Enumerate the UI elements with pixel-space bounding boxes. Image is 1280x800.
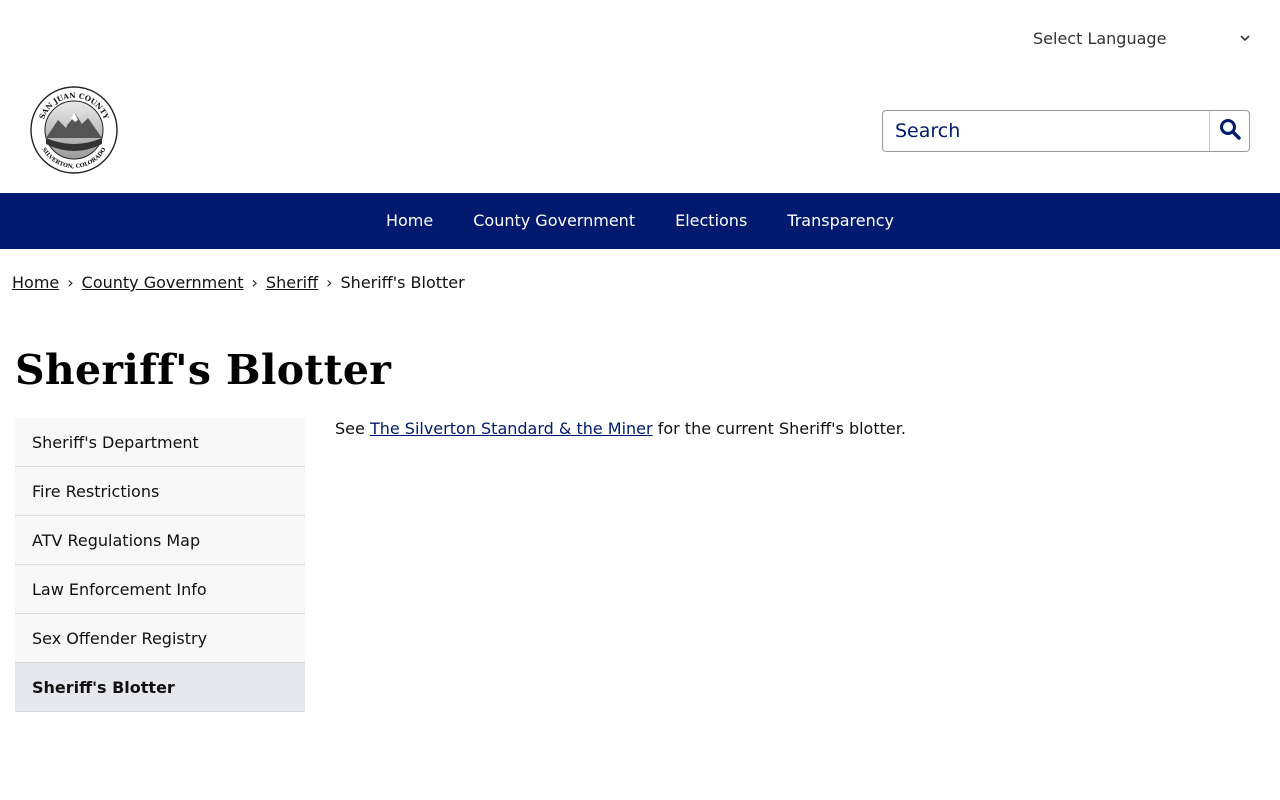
breadcrumb-home[interactable]: Home	[12, 273, 59, 292]
breadcrumb-separator: ›	[251, 273, 258, 292]
search-button[interactable]	[1209, 111, 1249, 151]
sidebar-item-sheriffs-blotter[interactable]: Sheriff's Blotter	[15, 663, 305, 712]
sidebar-item-atv-regulations-map[interactable]: ATV Regulations Map	[15, 516, 305, 565]
sidebar-item-fire-restrictions[interactable]: Fire Restrictions	[15, 467, 305, 516]
breadcrumb-separator: ›	[67, 273, 74, 292]
search-box	[882, 110, 1250, 152]
sidebar-item-sheriffs-department[interactable]: Sheriff's Department	[15, 418, 305, 467]
nav-item-county-government[interactable]: County Government	[453, 193, 655, 249]
content-suffix: for the current Sheriff's blotter.	[657, 419, 906, 438]
page-title: Sheriff's Blotter	[15, 346, 392, 394]
nav-item-home[interactable]: Home	[366, 193, 453, 249]
nav-item-elections[interactable]: Elections	[655, 193, 767, 249]
content-prefix: See	[335, 419, 365, 438]
breadcrumb-separator: ›	[326, 273, 333, 292]
main-nav: Home County Government Elections Transpa…	[0, 193, 1280, 249]
nav-item-transparency[interactable]: Transparency	[767, 193, 914, 249]
sidebar-item-sex-offender-registry[interactable]: Sex Offender Registry	[15, 614, 305, 663]
breadcrumb-county-government[interactable]: County Government	[82, 273, 244, 292]
breadcrumb: Home › County Government › Sheriff › She…	[12, 273, 465, 292]
chevron-down-icon	[1240, 33, 1250, 43]
language-select-label: Select Language	[1033, 28, 1167, 48]
language-select[interactable]: Select Language	[1022, 24, 1258, 52]
search-input[interactable]	[883, 111, 1209, 151]
content-paragraph: See The Silverton Standard & the Miner f…	[335, 419, 906, 438]
breadcrumb-current: Sheriff's Blotter	[340, 273, 465, 292]
sidebar-item-law-enforcement-info[interactable]: Law Enforcement Info	[15, 565, 305, 614]
breadcrumb-sheriff[interactable]: Sheriff	[266, 273, 318, 292]
silverton-standard-link[interactable]: The Silverton Standard & the Miner	[370, 419, 653, 438]
search-icon	[1219, 118, 1241, 144]
county-seal-logo[interactable]: SAN JUAN COUNTY SILVERTON, COLORADO	[28, 86, 120, 174]
sidebar-nav: Sheriff's Department Fire Restrictions A…	[15, 418, 305, 712]
